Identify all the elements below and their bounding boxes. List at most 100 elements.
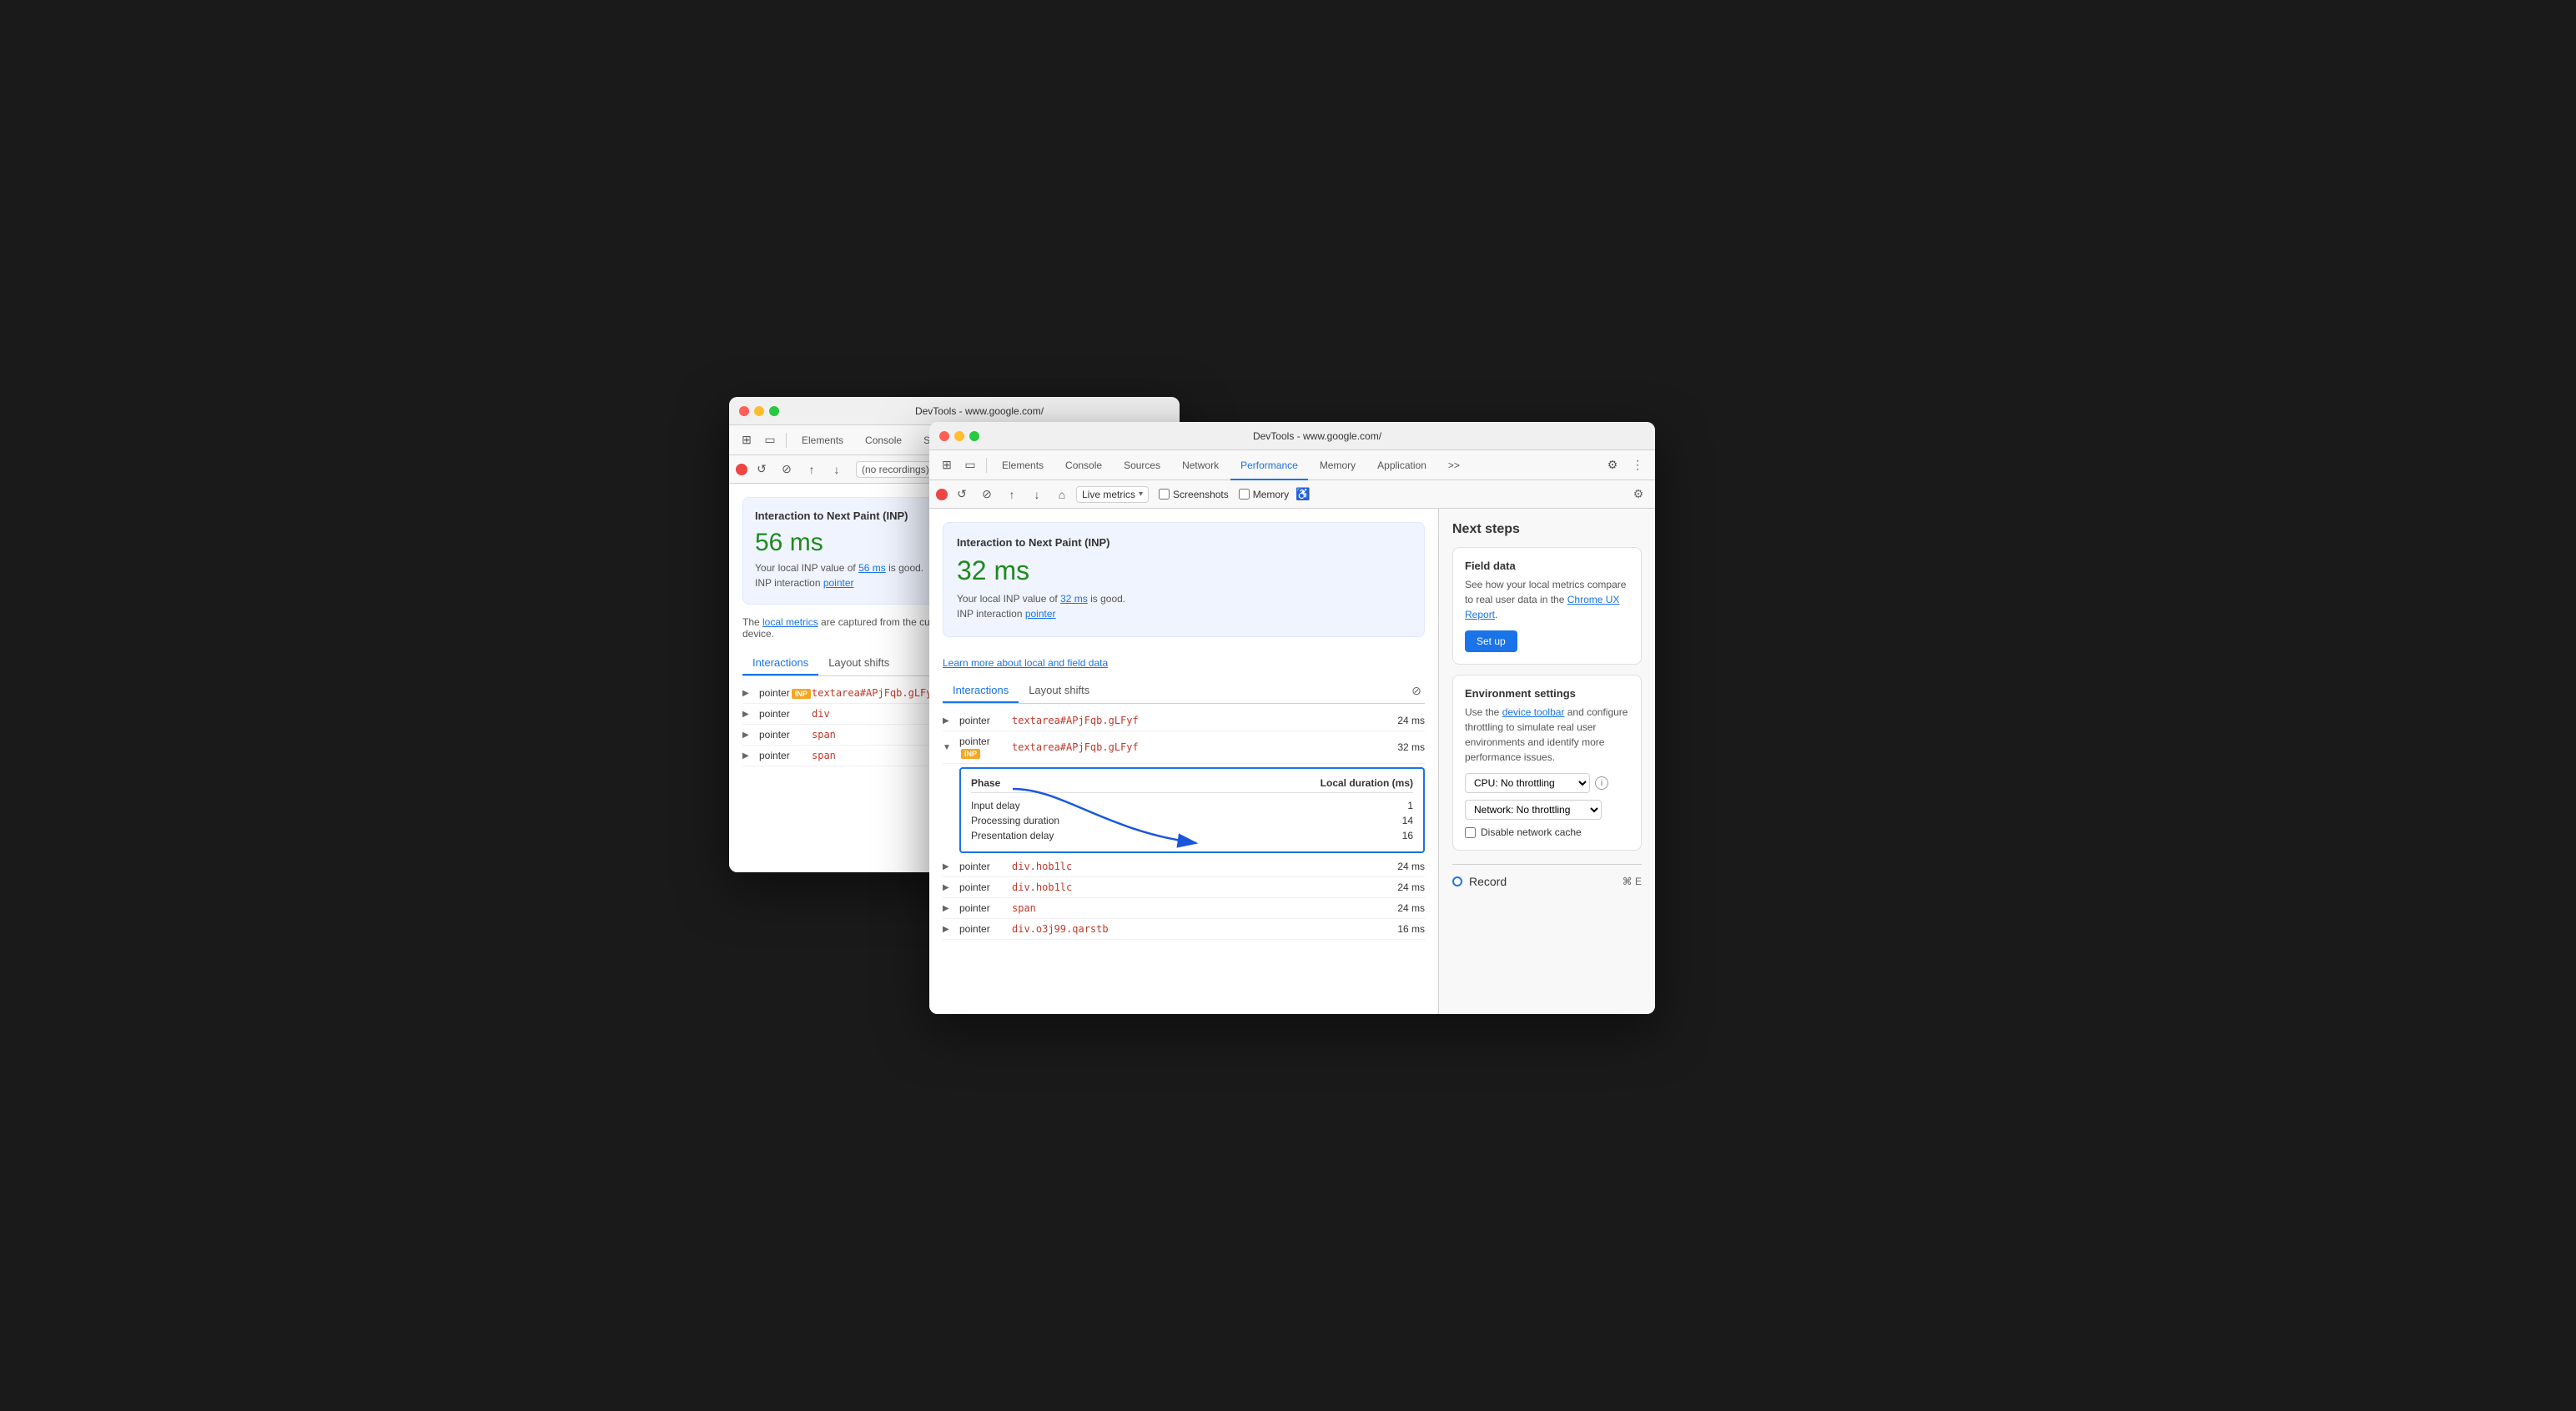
disable-cache-label: Disable network cache	[1481, 826, 1582, 838]
back-expand-1[interactable]: ▶	[742, 710, 752, 719]
front-tab-layout-shifts[interactable]: Layout shifts	[1019, 679, 1099, 703]
tab-elements[interactable]: Elements	[792, 425, 853, 455]
back-clear-icon[interactable]: ⊘	[776, 459, 797, 480]
front-expand-0[interactable]: ▶	[943, 716, 953, 726]
front-expand-2[interactable]: ▶	[943, 862, 953, 871]
front-refresh-icon[interactable]: ↺	[951, 484, 973, 505]
setup-button[interactable]: Set up	[1465, 630, 1517, 652]
front-screenshots-label: Screenshots	[1173, 489, 1229, 500]
front-maximize-button[interactable]	[969, 431, 979, 441]
back-expand-0[interactable]: ▶	[742, 689, 752, 698]
front-target-2: div.hob1lc	[1012, 861, 1385, 872]
back-upload-icon[interactable]: ↑	[801, 459, 823, 480]
front-minimize-button[interactable]	[954, 431, 964, 441]
phase-header: Phase Local duration (ms)	[971, 777, 1413, 793]
back-tab-interactions[interactable]: Interactions	[742, 651, 818, 675]
maximize-button[interactable]	[769, 406, 779, 416]
front-target-3: div.hob1lc	[1012, 881, 1385, 893]
back-refresh-icon[interactable]: ↺	[751, 459, 772, 480]
phase-row-2: Presentation delay 16	[971, 828, 1413, 843]
phase-value-0: 1	[1407, 800, 1413, 811]
front-expand-4[interactable]: ▶	[943, 904, 953, 913]
learn-more-link[interactable]: Learn more about local and field data	[943, 657, 1108, 669]
front-inp-title: Interaction to Next Paint (INP)	[957, 536, 1411, 549]
front-expand-3[interactable]: ▶	[943, 883, 953, 892]
back-download-icon[interactable]: ↓	[826, 459, 848, 480]
front-memory-group: Memory	[1239, 489, 1289, 500]
front-device-icon[interactable]: ▭	[959, 454, 981, 476]
cpu-throttle-select[interactable]: CPU: No throttling CPU: 4× slowdown CPU:…	[1465, 773, 1590, 793]
front-inp-interaction-link[interactable]: pointer	[1025, 608, 1056, 620]
next-steps-title: Next steps	[1452, 522, 1642, 537]
front-interaction-row-1: ▼ pointer INP textarea#APjFqb.gLFyf 32 m…	[943, 731, 1425, 764]
front-accessibility-icon[interactable]: ♿	[1292, 484, 1314, 505]
inspector-icon[interactable]: ⊞	[736, 429, 757, 451]
front-type-1: pointer INP	[959, 736, 1005, 759]
front-expand-5[interactable]: ▶	[943, 925, 953, 934]
back-title-bar: DevTools - www.google.com/	[729, 397, 1180, 425]
record-label: Record	[1469, 875, 1616, 888]
front-tab-network[interactable]: Network	[1172, 450, 1229, 480]
front-tab-more[interactable]: >>	[1438, 450, 1470, 480]
front-tab-memory[interactable]: Memory	[1310, 450, 1366, 480]
field-data-text-suffix: .	[1495, 609, 1497, 620]
phase-value-2: 16	[1402, 830, 1413, 841]
front-home-icon[interactable]: ⌂	[1051, 484, 1073, 505]
front-interactions-list: ▶ pointer textarea#APjFqb.gLFyf 24 ms ▼ …	[943, 711, 1425, 940]
front-more-icon[interactable]: ⋮	[1627, 454, 1648, 476]
minimize-button[interactable]	[754, 406, 764, 416]
front-live-metrics-select[interactable]: Live metrics ▾	[1076, 486, 1149, 503]
close-button[interactable]	[739, 406, 749, 416]
front-expand-1[interactable]: ▼	[943, 743, 953, 752]
front-tabs-toolbar: ⊞ ▭ Elements Console Sources Network Per…	[929, 450, 1655, 480]
back-tab-layout-shifts[interactable]: Layout shifts	[818, 651, 899, 675]
front-screenshots-checkbox[interactable]	[1159, 489, 1170, 500]
front-interaction-row-4: ▶ pointer span 24 ms	[943, 898, 1425, 919]
front-clear-interactions-icon[interactable]: ⊘	[1408, 683, 1425, 700]
front-tab-application[interactable]: Application	[1367, 450, 1436, 480]
back-type-3: pointer	[759, 750, 805, 761]
record-shortcut: ⌘ E	[1623, 876, 1642, 887]
back-inp-interaction-link[interactable]: pointer	[823, 577, 854, 589]
front-tab-sources[interactable]: Sources	[1114, 450, 1170, 480]
back-local-metrics-link[interactable]: local metrics	[762, 616, 818, 628]
device-icon[interactable]: ▭	[759, 429, 781, 451]
front-gear-icon[interactable]: ⚙	[1602, 454, 1623, 476]
front-inp-desc-value[interactable]: 32 ms	[1060, 593, 1088, 605]
record-dot-icon[interactable]	[1452, 876, 1462, 886]
front-memory-checkbox[interactable]	[1239, 489, 1250, 500]
front-clear-icon[interactable]: ⊘	[976, 484, 998, 505]
front-upload-icon[interactable]: ↑	[1001, 484, 1023, 505]
front-record-button[interactable]	[936, 489, 948, 500]
phase-name-2: Presentation delay	[971, 830, 1054, 841]
back-inp-desc-value[interactable]: 56 ms	[858, 562, 886, 574]
recordings-label: (no recordings)	[862, 464, 929, 475]
tab-console[interactable]: Console	[855, 425, 912, 455]
device-toolbar-link[interactable]: device toolbar	[1502, 706, 1565, 718]
front-download-icon[interactable]: ↓	[1026, 484, 1048, 505]
field-data-text: See how your local metrics compare to re…	[1465, 577, 1629, 622]
front-duration-0: 24 ms	[1391, 715, 1425, 726]
back-inp-desc-suffix: is good.	[886, 562, 923, 574]
front-tab-elements[interactable]: Elements	[992, 450, 1054, 480]
back-type-0: pointerINP	[759, 687, 805, 699]
front-traffic-lights	[939, 431, 979, 441]
disable-cache-checkbox[interactable]	[1465, 827, 1476, 838]
front-tab-console[interactable]: Console	[1055, 450, 1112, 480]
front-main-panel: Interaction to Next Paint (INP) 32 ms Yo…	[929, 509, 1438, 1014]
duration-col-header: Local duration (ms)	[1321, 777, 1413, 789]
back-expand-2[interactable]: ▶	[742, 731, 752, 740]
back-record-button[interactable]	[736, 464, 747, 475]
env-text-prefix: Use the	[1465, 706, 1502, 718]
back-expand-3[interactable]: ▶	[742, 751, 752, 761]
cpu-info-icon[interactable]: i	[1595, 776, 1608, 790]
front-inp-desc-prefix: Your local INP value of	[957, 593, 1060, 605]
network-throttle-select[interactable]: Network: No throttling Fast 3G Slow 3G	[1465, 800, 1602, 820]
front-toolbar-right: ⚙ ⋮	[1602, 454, 1648, 476]
front-tab-performance[interactable]: Performance	[1230, 450, 1308, 480]
front-inspector-icon[interactable]: ⊞	[936, 454, 958, 476]
front-tab-interactions[interactable]: Interactions	[943, 679, 1019, 703]
front-settings-icon[interactable]: ⚙	[1628, 485, 1648, 505]
front-close-button[interactable]	[939, 431, 949, 441]
front-inp-interaction-label: INP interaction	[957, 608, 1025, 620]
